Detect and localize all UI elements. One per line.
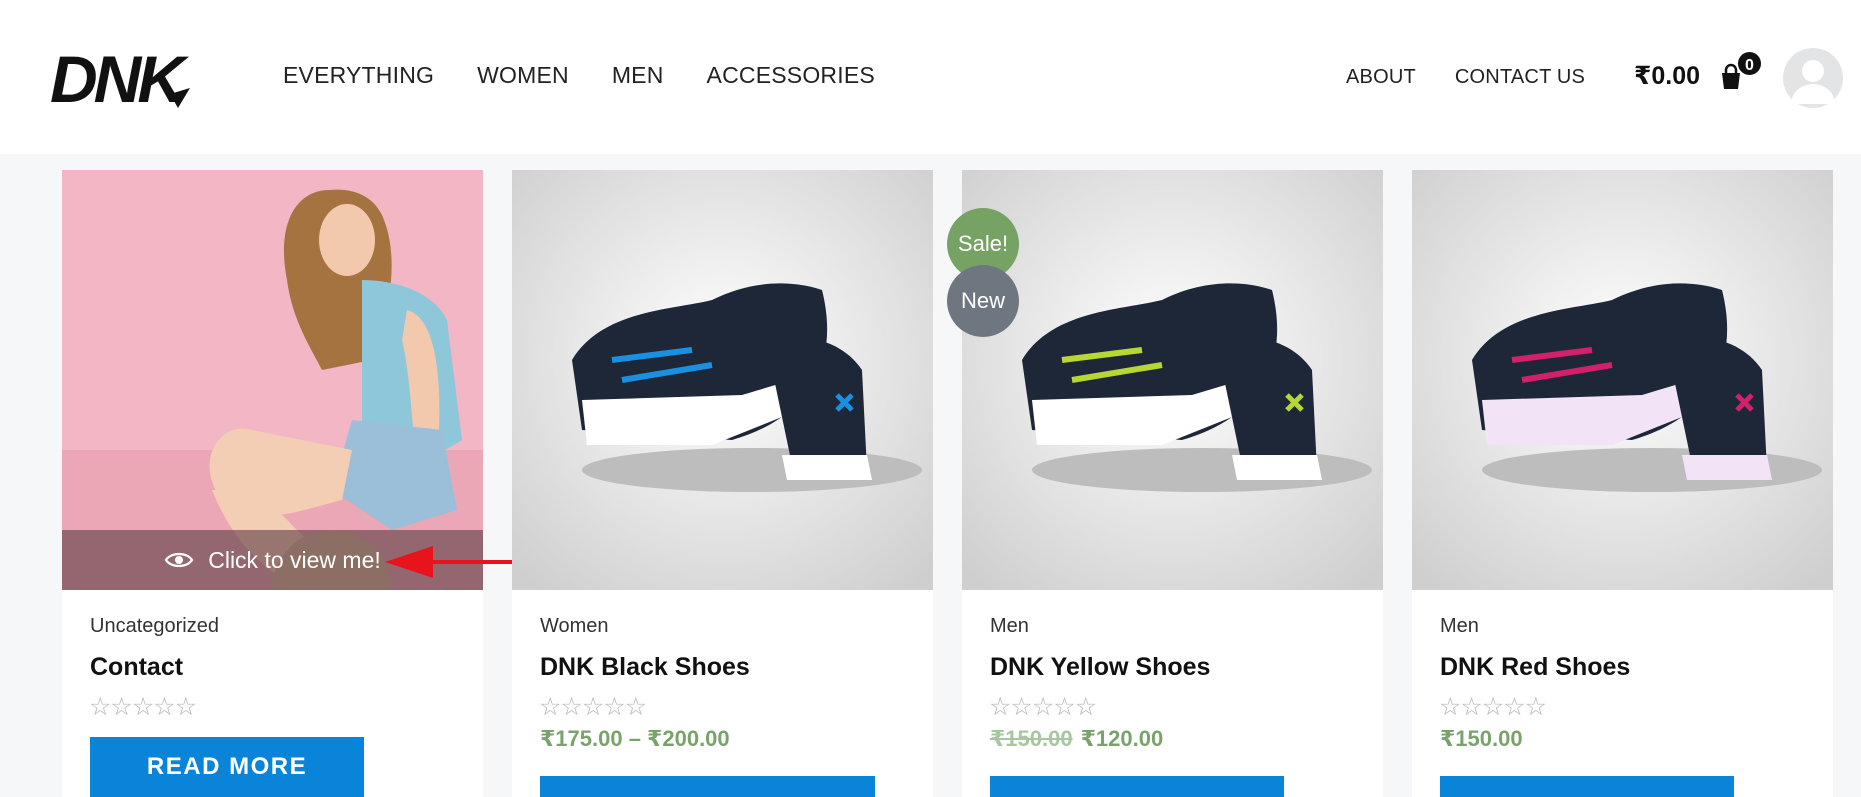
product-card-black-shoes: Women DNK Black Shoes ☆☆☆☆☆ ₹175.00 – ₹2…: [512, 170, 933, 797]
add-to-cart-button[interactable]: [1440, 776, 1734, 797]
product-card-red-shoes: Men DNK Red Shoes ☆☆☆☆☆ ₹150.00: [1412, 170, 1833, 797]
product-image[interactable]: [512, 170, 933, 590]
product-card-contact: Click to view me! Uncategorized Contact …: [62, 170, 483, 797]
woman-photo: [62, 170, 483, 590]
primary-nav: EVERYTHING WOMEN MEN ACCESSORIES: [283, 62, 918, 89]
cart-total[interactable]: ₹0.00: [1634, 61, 1700, 91]
rating-stars: ☆☆☆☆☆: [1439, 693, 1547, 721]
nav-everything[interactable]: EVERYTHING: [283, 62, 434, 89]
product-category[interactable]: Men: [990, 615, 1029, 638]
nav-men[interactable]: MEN: [612, 62, 664, 89]
product-title[interactable]: DNK Black Shoes: [540, 653, 750, 682]
original-price: ₹150.00: [990, 726, 1073, 751]
dnk-logo[interactable]: DNK: [50, 44, 202, 110]
product-price: ₹150.00 ₹120.00: [990, 726, 1163, 752]
shoe-photo: [962, 170, 1383, 590]
product-image[interactable]: [962, 170, 1383, 590]
user-icon: [1791, 60, 1835, 104]
sale-price: ₹120.00: [1080, 726, 1164, 751]
read-more-button[interactable]: READ MORE: [90, 737, 364, 797]
secondary-nav: ABOUT CONTACT US: [1346, 66, 1624, 89]
product-title[interactable]: DNK Yellow Shoes: [990, 653, 1210, 682]
rating-stars: ☆☆☆☆☆: [989, 693, 1097, 721]
product-category[interactable]: Women: [540, 615, 609, 638]
rating-stars: ☆☆☆☆☆: [539, 693, 647, 721]
nav-women[interactable]: WOMEN: [477, 62, 569, 89]
shoe-photo: [512, 170, 933, 590]
product-card-yellow-shoes: Men DNK Yellow Shoes ☆☆☆☆☆ ₹150.00 ₹120.0…: [962, 170, 1383, 797]
site-header: DNK EVERYTHING WOMEN MEN ACCESSORIES ABO…: [0, 0, 1861, 154]
product-image[interactable]: [1412, 170, 1833, 590]
add-to-cart-button[interactable]: [990, 776, 1284, 797]
nav-about[interactable]: ABOUT: [1346, 66, 1416, 89]
product-category[interactable]: Men: [1440, 615, 1479, 638]
product-price: ₹150.00: [1440, 726, 1523, 751]
new-badge: New: [947, 265, 1019, 337]
shoe-photo: [1412, 170, 1833, 590]
rating-stars: ☆☆☆☆☆: [89, 693, 197, 721]
quick-view-label: Click to view me!: [208, 546, 381, 573]
product-price: ₹175.00 – ₹200.00: [540, 726, 730, 751]
user-avatar[interactable]: [1783, 48, 1843, 108]
nav-accessories[interactable]: ACCESSORIES: [707, 62, 875, 89]
eye-icon: [164, 552, 194, 568]
select-options-button[interactable]: [540, 776, 875, 797]
product-title[interactable]: DNK Red Shoes: [1440, 653, 1630, 682]
nav-contact-us[interactable]: CONTACT US: [1455, 66, 1585, 89]
cart-count-badge: 0: [1736, 50, 1763, 77]
product-title[interactable]: Contact: [90, 653, 183, 682]
product-category[interactable]: Uncategorized: [90, 615, 219, 638]
svg-text:DNK: DNK: [50, 44, 189, 110]
product-image[interactable]: Click to view me!: [62, 170, 483, 590]
